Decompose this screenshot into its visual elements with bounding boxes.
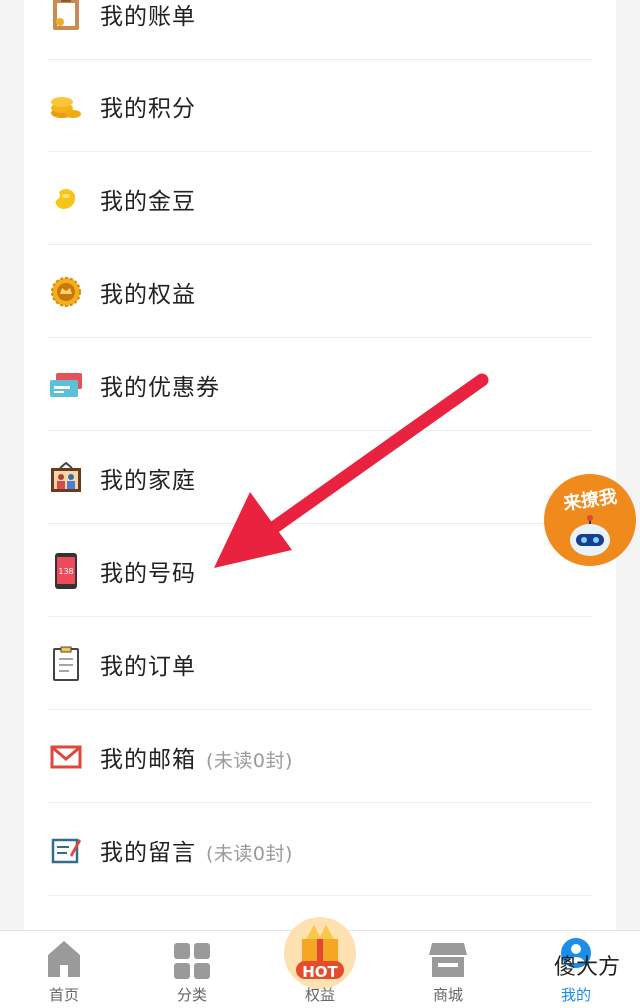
bottom-tab-bar: 首页 分类 HOT 权益 商城 我的	[0, 917, 640, 1008]
tab-label: 权益	[304, 986, 335, 1004]
tab-category[interactable]: 分类	[128, 931, 256, 1008]
store-icon	[428, 941, 468, 983]
tab-label: 分类	[176, 986, 207, 1004]
tab-rights[interactable]: HOT 权益	[256, 917, 384, 1008]
tab-home[interactable]: 首页	[0, 931, 128, 1008]
home-icon	[46, 939, 82, 983]
hot-badge: HOT	[302, 963, 338, 981]
tab-store[interactable]: 商城	[384, 931, 512, 1008]
watermark: 傻大方	[553, 955, 620, 980]
tab-label: 商城	[432, 986, 463, 1004]
grid-icon	[172, 941, 212, 985]
tab-label: 首页	[48, 986, 79, 1004]
floating-chat-badge[interactable]: 来撩我	[544, 474, 636, 566]
badge-text: 来撩我	[562, 486, 619, 515]
tab-label: 我的	[560, 986, 591, 1004]
hot-gift-icon: HOT	[284, 917, 356, 989]
robot-mascot-icon	[566, 514, 614, 564]
